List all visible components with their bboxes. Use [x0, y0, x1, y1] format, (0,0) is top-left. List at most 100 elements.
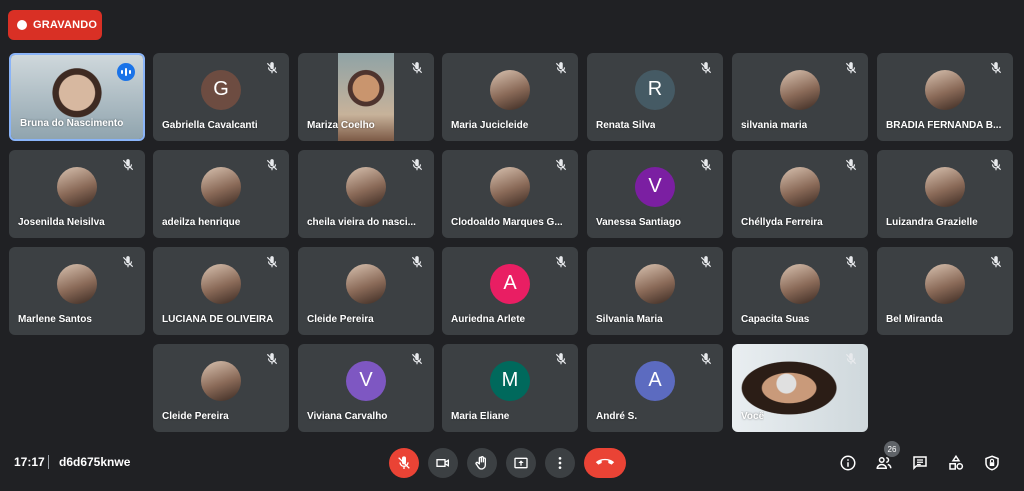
lock-icon — [985, 455, 999, 471]
mic-muted-icon — [844, 61, 858, 75]
participant-tile[interactable]: Mariza Coelho — [298, 53, 434, 141]
participant-name: Gabriella Cavalcanti — [162, 120, 258, 131]
host-controls-button[interactable] — [979, 450, 1005, 476]
participant-name: Viviana Carvalho — [307, 411, 388, 422]
participant-avatar: V — [346, 360, 386, 401]
participant-avatar — [346, 263, 386, 304]
mic-muted-icon — [265, 255, 279, 269]
participant-tile[interactable]: Bel Miranda — [877, 247, 1013, 335]
participant-tile[interactable]: A André S. — [587, 344, 723, 432]
participant-name: Marlene Santos — [18, 314, 92, 325]
divider — [48, 455, 49, 469]
participant-tile[interactable]: BRADIA FERNANDA B... — [877, 53, 1013, 141]
mic-muted-icon — [989, 61, 1003, 75]
participant-tile[interactable]: Chéllyda Ferreira — [732, 150, 868, 238]
participant-avatar — [635, 263, 675, 304]
participant-avatar — [925, 263, 965, 304]
meeting-code: d6d675knwe — [59, 455, 131, 469]
participant-name: Josenilda Neisilva — [18, 217, 105, 228]
participant-tile[interactable]: Cleide Pereira — [298, 247, 434, 335]
participant-avatar — [57, 263, 97, 304]
mic-muted-icon — [844, 352, 858, 366]
mic-muted-icon — [699, 158, 713, 172]
mic-muted-icon — [554, 255, 568, 269]
participant-tile[interactable]: G Gabriella Cavalcanti — [153, 53, 289, 141]
participant-tile[interactable]: Cleide Pereira — [153, 344, 289, 432]
mic-muted-icon — [844, 255, 858, 269]
participant-tile[interactable]: Maria Jucicleide — [442, 53, 578, 141]
participant-tile[interactable]: Marlene Santos — [9, 247, 145, 335]
participant-tile[interactable]: R Renata Silva — [587, 53, 723, 141]
participant-name: adeilza henrique — [162, 217, 241, 228]
leave-call-button[interactable] — [584, 448, 626, 478]
participant-avatar — [780, 263, 820, 304]
participant-name: Silvania Maria — [596, 314, 663, 325]
participant-name: Maria Jucicleide — [451, 120, 529, 131]
speaking-indicator-icon — [117, 63, 135, 81]
participant-count-badge: 26 — [884, 441, 900, 457]
mic-muted-icon — [265, 61, 279, 75]
participant-name: Renata Silva — [596, 120, 656, 131]
more-options-button[interactable] — [545, 448, 575, 478]
mic-muted-icon — [699, 352, 713, 366]
participant-tile[interactable]: Capacita Suas — [732, 247, 868, 335]
more-icon — [558, 457, 562, 469]
mic-toggle-button[interactable] — [389, 448, 419, 478]
participant-avatar: R — [635, 69, 675, 110]
meeting-time: 17:17 — [14, 455, 45, 469]
participant-tile[interactable]: V Vanessa Santiago — [587, 150, 723, 238]
mic-muted-icon — [121, 158, 135, 172]
participant-name: Luizandra Grazielle — [886, 217, 978, 228]
participant-name: cheila vieira do nasci... — [307, 217, 416, 228]
participant-avatar — [57, 166, 97, 207]
participant-avatar: M — [490, 360, 530, 401]
participant-tile[interactable]: silvania maria — [732, 53, 868, 141]
participant-name: Você — [741, 411, 765, 422]
participant-name: Cleide Pereira — [307, 314, 374, 325]
participant-tile[interactable]: A Auriedna Arlete — [442, 247, 578, 335]
participant-name: BRADIA FERNANDA B... — [886, 120, 1002, 131]
chat-button[interactable] — [907, 450, 933, 476]
participant-name: Chéllyda Ferreira — [741, 217, 823, 228]
participant-tile[interactable]: Josenilda Neisilva — [9, 150, 145, 238]
info-icon — [840, 455, 856, 471]
participant-avatar — [201, 166, 241, 207]
mic-muted-icon — [265, 352, 279, 366]
participant-tile[interactable]: Clodoaldo Marques G... — [442, 150, 578, 238]
participant-tile[interactable]: Silvania Maria — [587, 247, 723, 335]
participant-avatar — [201, 360, 241, 401]
participant-tile[interactable]: adeilza henrique — [153, 150, 289, 238]
mic-muted-icon — [410, 352, 424, 366]
participant-name: Clodoaldo Marques G... — [451, 217, 563, 228]
participant-tile[interactable]: Luizandra Grazielle — [877, 150, 1013, 238]
participant-tile[interactable]: V Viviana Carvalho — [298, 344, 434, 432]
mic-muted-icon — [699, 61, 713, 75]
leave-call-icon — [595, 458, 615, 465]
participant-name: LUCIANA DE OLIVEIRA — [162, 314, 274, 325]
participant-avatar — [201, 263, 241, 304]
participant-tile[interactable]: LUCIANA DE OLIVEIRA — [153, 247, 289, 335]
mic-muted-icon — [554, 158, 568, 172]
participant-tile[interactable]: cheila vieira do nasci... — [298, 150, 434, 238]
present-button[interactable] — [506, 448, 536, 478]
activities-button[interactable] — [943, 450, 969, 476]
participant-avatar: V — [635, 166, 675, 207]
activities-icon — [949, 454, 964, 470]
mic-muted-icon — [989, 158, 1003, 172]
raise-hand-icon — [475, 456, 486, 470]
meeting-info-button[interactable] — [835, 450, 861, 476]
recording-indicator: GRAVANDO — [8, 10, 102, 40]
participant-avatar — [490, 166, 530, 207]
participant-avatar — [346, 166, 386, 207]
participant-tile[interactable]: Você — [732, 344, 868, 432]
participant-tile[interactable]: Bruna do Nascimento — [9, 53, 145, 141]
raise-hand-button[interactable] — [467, 448, 497, 478]
participant-name: Mariza Coelho — [307, 120, 375, 131]
present-icon — [514, 457, 528, 469]
participant-tile[interactable]: M Maria Eliane — [442, 344, 578, 432]
participant-name: Bruna do Nascimento — [20, 118, 124, 129]
mic-off-icon — [398, 456, 410, 469]
participant-avatar — [780, 69, 820, 110]
participant-avatar — [925, 166, 965, 207]
camera-toggle-button[interactable] — [428, 448, 458, 478]
